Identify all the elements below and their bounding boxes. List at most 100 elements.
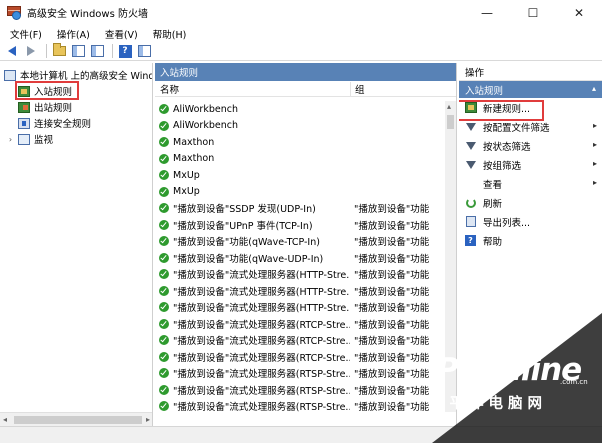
table-row[interactable]: "播放到设备"功能(qWave-TCP-In) "播放到设备"功能 [155,233,445,250]
tree-horizontal-scrollbar[interactable]: ◂ ▸ [0,412,152,426]
scroll-thumb[interactable] [447,115,454,129]
table-row[interactable]: MxUp [155,167,445,184]
rule-name: "播放到设备"UPnP 事件(TCP-In) [173,220,313,232]
export-list-icon [90,45,104,57]
rule-name-cell: "播放到设备"流式处理服务器(HTTP-Stre... [155,267,350,281]
table-row[interactable]: AliWorkbench [155,101,445,118]
action-label: 刷新 [483,198,503,210]
rule-name: "播放到设备"流式处理服务器(RTSP-Stre... [173,385,350,397]
rule-name: AliWorkbench [173,103,238,115]
table-row[interactable]: "播放到设备"流式处理服务器(HTTP-Stre... "播放到设备"功能 [155,266,445,283]
enabled-check-icon [159,186,169,197]
show-action-pane-button[interactable] [136,44,152,59]
action-label: 按组筛选 [483,160,522,172]
table-row[interactable]: "播放到设备"流式处理服务器(HTTP-Stre... "播放到设备"功能 [155,283,445,300]
scroll-up-icon[interactable]: ▴ [447,102,451,111]
table-row[interactable]: "播放到设备"流式处理服务器(RTSP-Stre... "播放到设备"功能 [155,398,445,415]
submenu-arrow-icon: ▸ [592,159,597,168]
collapse-up-icon[interactable]: ▴ [592,84,596,93]
rule-name-cell: "播放到设备"功能(qWave-UDP-In) [155,251,350,265]
action-item[interactable]: 刷新 [459,193,602,212]
menu-action[interactable]: 操作(A) [52,27,95,41]
menu-file[interactable]: 文件(F) [5,27,47,41]
rule-name: "播放到设备"流式处理服务器(RTSP-Stre... [173,369,350,381]
scroll-right-icon[interactable]: ▸ [146,415,150,424]
enabled-check-icon [159,401,169,412]
rules-table-body: AliWorkbench AliWorkbench Maxthon Maxthon Mx… [155,101,445,415]
column-header-name[interactable]: 名称 [155,82,350,96]
column-header-group[interactable]: 组 [350,81,440,96]
table-row[interactable]: "播放到设备"UPnP 事件(TCP-In) "播放到设备"功能 [155,217,445,234]
rule-name-cell: "播放到设备"流式处理服务器(HTTP-Stre... [155,284,350,298]
action-item[interactable]: 按状态筛选 ▸ [459,136,602,155]
enabled-check-icon [159,368,169,379]
export-button[interactable] [89,44,105,59]
scroll-thumb[interactable] [14,416,142,424]
scroll-left-icon[interactable]: ◂ [3,415,7,424]
tree-item-connection-security[interactable]: 连接安全规则 [18,115,91,131]
tree-item-outbound-rules[interactable]: 出站规则 [18,99,72,115]
rule-name-cell: "播放到设备"流式处理服务器(RTSP-Stre... [155,399,350,413]
rule-name-cell: MxUp [155,170,350,181]
actions-title: 操作 [459,63,602,81]
back-arrow-icon [8,46,16,56]
rule-group-cell: "播放到设备"功能 [354,270,430,282]
action-item[interactable]: 按组筛选 ▸ [459,155,602,174]
watermark-graphic [473,334,527,354]
enabled-check-icon [159,104,169,115]
action-label: 按配置文件筛选 [483,122,550,134]
rule-group-cell: "播放到设备"功能 [354,352,430,364]
enabled-check-icon [159,170,169,181]
table-row[interactable]: "播放到设备"流式处理服务器(RTSP-Stre... "播放到设备"功能 [155,382,445,399]
minimize-button[interactable]: — [464,0,510,25]
help-button[interactable]: ? [117,44,133,59]
menu-view[interactable]: 查看(V) [100,27,143,41]
table-row[interactable]: "播放到设备"SSDP 发现(UDP-In) "播放到设备"功能 [155,200,445,217]
show-hide-tree-button[interactable] [70,44,86,59]
maximize-button[interactable]: ☐ [510,0,556,25]
blank-icon [465,178,476,189]
close-button[interactable]: ✕ [556,0,602,25]
title-bar: 高级安全 Windows 防火墙 — ☐ ✕ [0,0,602,25]
expand-chevron-icon[interactable]: › [6,135,15,144]
action-item[interactable]: 导出列表... [459,212,602,231]
rule-group-cell: "播放到设备"功能 [354,286,430,298]
menu-help[interactable]: 帮助(H) [148,27,192,41]
rule-group-cell: "播放到设备"功能 [354,319,430,331]
export-icon [465,216,476,227]
rules-pane-title: 入站规则 [155,63,456,81]
action-item[interactable]: 查看 ▸ [459,174,602,193]
rule-name: "播放到设备"流式处理服务器(HTTP-Stre... [173,270,350,282]
rule-name: "播放到设备"流式处理服务器(RTCP-Stre... [173,352,350,364]
back-button[interactable] [4,44,20,59]
tree-item-label: 连接安全规则 [34,119,92,130]
table-row[interactable]: "播放到设备"流式处理服务器(RTSP-Stre... "播放到设备"功能 [155,365,445,382]
table-row[interactable]: MxUp [155,184,445,201]
table-row[interactable]: "播放到设备"流式处理服务器(RTCP-Stre... "播放到设备"功能 [155,332,445,349]
tree-item-monitor[interactable]: › 监视 [6,131,53,147]
action-item[interactable]: ? 帮助 [459,231,602,250]
enabled-check-icon [159,302,169,313]
rule-group-cell: "播放到设备"功能 [354,336,430,348]
table-row[interactable]: "播放到设备"流式处理服务器(HTTP-Stre... "播放到设备"功能 [155,299,445,316]
table-row[interactable]: AliWorkbench [155,118,445,135]
computer-firewall-icon [4,69,16,81]
table-row[interactable]: Maxthon [155,151,445,168]
submenu-arrow-icon: ▸ [592,140,597,149]
actions-section-header[interactable]: 入站规则 ▴ [459,81,602,98]
rule-name-cell: "播放到设备"流式处理服务器(RTCP-Stre... [155,317,350,331]
forward-button[interactable] [23,44,39,59]
rule-group-cell: "播放到设备"功能 [354,237,430,249]
enabled-check-icon [159,236,169,247]
table-row[interactable]: "播放到设备"流式处理服务器(RTCP-Stre... "播放到设备"功能 [155,349,445,366]
menu-bar: 文件(F) 操作(A) 查看(V) 帮助(H) [0,25,602,42]
filter-icon [465,159,476,170]
rule-name: "播放到设备"流式处理服务器(HTTP-Stre... [173,286,350,298]
enabled-check-icon [159,120,169,131]
table-row[interactable]: "播放到设备"流式处理服务器(RTCP-Stre... "播放到设备"功能 [155,316,445,333]
outbound-rules-icon [18,101,30,113]
table-row[interactable]: Maxthon [155,134,445,151]
up-folder-button[interactable] [51,43,67,59]
table-row[interactable]: "播放到设备"功能(qWave-UDP-In) "播放到设备"功能 [155,250,445,267]
folder-icon [52,43,66,56]
